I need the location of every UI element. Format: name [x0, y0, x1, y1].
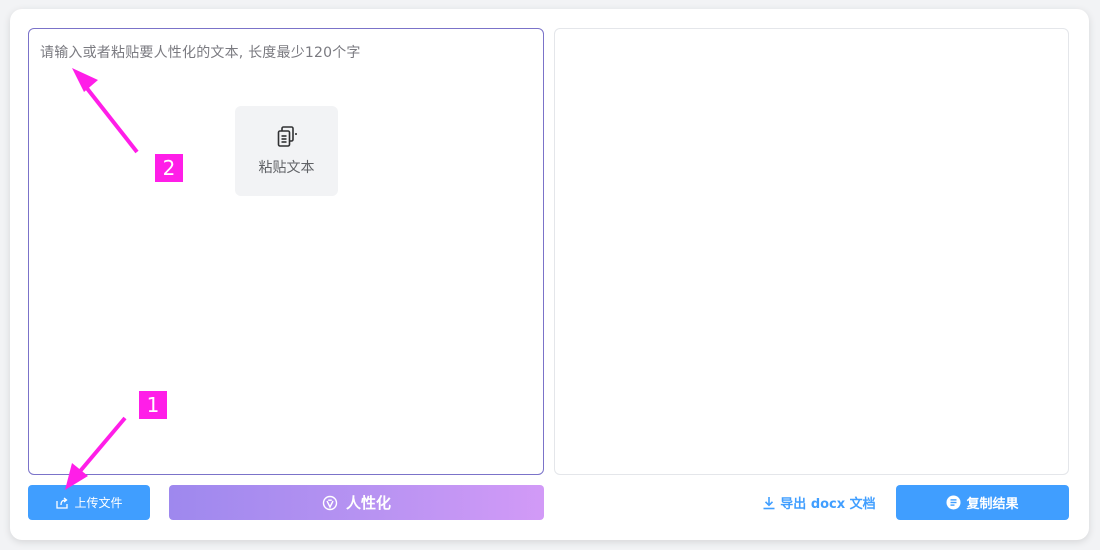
copy-icon: [946, 495, 961, 510]
result-output-area[interactable]: [554, 28, 1069, 475]
copy-result-label: 复制结果: [966, 497, 1019, 512]
text-input-area[interactable]: 请输入或者粘贴要人性化的文本, 长度最少120个字 粘贴文本: [28, 28, 544, 475]
annotation-marker-2: 2: [155, 154, 183, 182]
humanize-button[interactable]: 人性化: [169, 485, 544, 520]
upload-file-button[interactable]: 上传文件: [28, 485, 150, 520]
export-docx-button[interactable]: 导出 docx 文档: [760, 485, 878, 520]
export-docx-label: 导出 docx 文档: [780, 497, 876, 512]
annotation-marker-1: 1: [139, 391, 167, 419]
copy-result-button[interactable]: 复制结果: [896, 485, 1069, 520]
paste-icon: [277, 126, 297, 147]
paste-text-label: 粘贴文本: [258, 160, 315, 176]
upload-file-label: 上传文件: [74, 496, 123, 510]
paste-text-button[interactable]: 粘贴文本: [235, 106, 338, 196]
input-placeholder: 请输入或者粘贴要人性化的文本, 长度最少120个字: [40, 45, 361, 61]
humanize-icon: [322, 495, 338, 510]
humanize-label: 人性化: [345, 494, 391, 512]
download-icon: [763, 496, 775, 509]
upload-icon: [56, 496, 69, 509]
